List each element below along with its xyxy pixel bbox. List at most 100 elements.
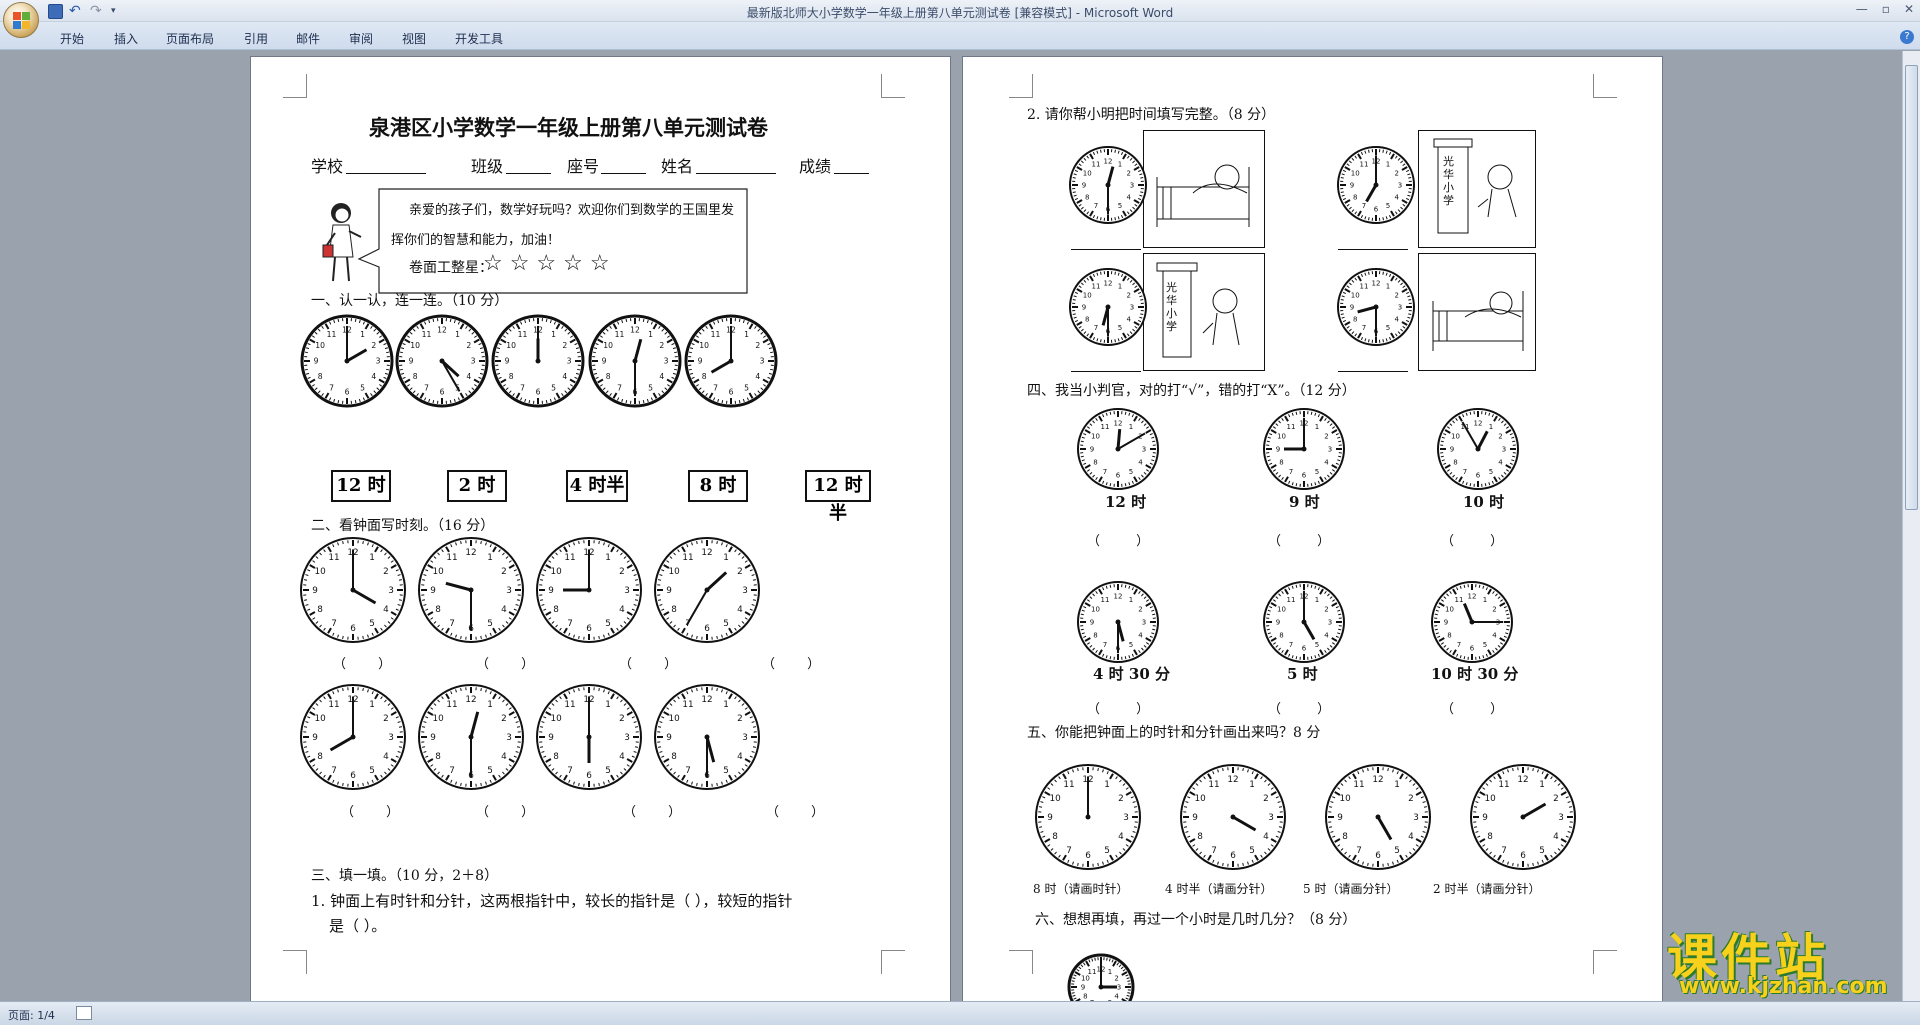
- site-watermark: 课件站 www.kjzhan.com: [1665, 918, 1905, 999]
- answer-blank[interactable]: （ ）: [341, 801, 413, 820]
- svg-text:2: 2: [1127, 169, 1131, 177]
- section-1-title: 一、认一认，连一连。（10 分）: [311, 293, 509, 309]
- svg-text:3: 3: [1558, 813, 1564, 823]
- answer-blank[interactable]: （ ）: [333, 653, 405, 672]
- svg-text:1: 1: [1104, 780, 1110, 790]
- svg-text:2: 2: [1324, 432, 1328, 440]
- svg-text:8: 8: [317, 752, 323, 762]
- answer-blank[interactable]: （ ）: [623, 801, 695, 820]
- tab-developer[interactable]: 开发工具: [455, 30, 503, 47]
- svg-text:6: 6: [345, 388, 350, 397]
- office-button[interactable]: [3, 2, 39, 38]
- svg-text:1: 1: [605, 553, 611, 563]
- svg-text:4: 4: [619, 752, 625, 762]
- svg-text:11: 11: [327, 330, 337, 339]
- svg-text:3: 3: [506, 733, 512, 743]
- svg-text:9: 9: [1276, 445, 1280, 453]
- vertical-scrollbar[interactable]: [1902, 51, 1920, 1001]
- time-label-box[interactable]: 4 时半: [566, 470, 628, 502]
- tab-view[interactable]: 视图: [402, 30, 426, 47]
- clock-face: 123456789101112: [588, 314, 682, 408]
- svg-text:2: 2: [501, 567, 507, 577]
- svg-text:4: 4: [1492, 631, 1497, 639]
- svg-text:1: 1: [369, 553, 375, 563]
- proofing-icon[interactable]: [76, 1006, 92, 1020]
- answer-line[interactable]: [1338, 249, 1408, 250]
- svg-text:9: 9: [430, 733, 436, 743]
- name-field[interactable]: [696, 173, 776, 174]
- answer-line[interactable]: [1071, 249, 1141, 250]
- answer-blank[interactable]: （ ）: [1268, 530, 1346, 549]
- tab-home[interactable]: 开始: [60, 30, 84, 47]
- answer-blank[interactable]: （ ）: [1087, 698, 1165, 717]
- answer-blank[interactable]: （ ）: [619, 653, 691, 672]
- svg-text:2: 2: [1408, 794, 1414, 804]
- svg-text:11: 11: [1360, 283, 1369, 291]
- svg-text:7: 7: [331, 766, 337, 776]
- svg-text:3: 3: [567, 357, 572, 366]
- svg-text:6: 6: [440, 388, 445, 397]
- answer-blank[interactable]: （ ）: [1441, 698, 1519, 717]
- answer-blank[interactable]: （ ）: [1441, 530, 1519, 549]
- close-icon[interactable]: ✕: [1904, 2, 1914, 16]
- svg-text:9: 9: [666, 733, 672, 743]
- svg-text:7: 7: [567, 766, 573, 776]
- answer-line[interactable]: [1071, 371, 1141, 372]
- tab-mailings[interactable]: 邮件: [296, 30, 320, 47]
- clock-face: 123456789101112: [684, 314, 778, 408]
- svg-text:3: 3: [1130, 181, 1134, 189]
- svg-text:4: 4: [1263, 832, 1269, 842]
- draw-clock-label: 4 时半（请画分针）: [1165, 882, 1273, 896]
- svg-text:7: 7: [1289, 468, 1293, 476]
- class-field[interactable]: [506, 173, 551, 174]
- svg-text:4: 4: [1324, 458, 1329, 466]
- seat-field[interactable]: [601, 173, 646, 174]
- time-label-box[interactable]: 2 时: [447, 470, 507, 502]
- svg-text:1: 1: [1118, 283, 1122, 291]
- svg-text:1: 1: [1118, 161, 1122, 169]
- svg-text:5: 5: [1483, 641, 1487, 649]
- tab-references[interactable]: 引用: [244, 30, 268, 47]
- time-label-box[interactable]: 12 时半: [805, 470, 871, 524]
- answer-blank[interactable]: （ ）: [1087, 530, 1165, 549]
- svg-text:1: 1: [1129, 423, 1133, 431]
- answer-blank[interactable]: （ ）: [476, 653, 548, 672]
- svg-text:4: 4: [501, 605, 507, 615]
- tab-insert[interactable]: 插入: [114, 30, 138, 47]
- tab-page-layout[interactable]: 页面布局: [166, 30, 214, 47]
- svg-text:7: 7: [1289, 641, 1293, 649]
- time-label-box[interactable]: 12 时: [331, 470, 391, 502]
- maximize-icon[interactable]: ▫: [1882, 2, 1890, 16]
- clock-face: 123456789101112: [1035, 764, 1141, 870]
- svg-text:11: 11: [615, 330, 625, 339]
- svg-text:6: 6: [1116, 471, 1121, 479]
- time-label-box[interactable]: 8 时: [688, 470, 748, 502]
- svg-text:1: 1: [1249, 780, 1255, 790]
- svg-text:5: 5: [1386, 324, 1390, 332]
- svg-text:2: 2: [619, 714, 625, 724]
- help-icon[interactable]: ?: [1900, 30, 1914, 44]
- answer-blank[interactable]: （ ）: [476, 801, 548, 820]
- greeting-line-2: 挥你们的智慧和能力，加油！: [391, 233, 561, 248]
- answer-line[interactable]: [1338, 371, 1408, 372]
- svg-text:4: 4: [1553, 832, 1559, 842]
- answer-blank[interactable]: （ ）: [766, 801, 838, 820]
- minimize-icon[interactable]: —: [1856, 2, 1868, 16]
- svg-text:8: 8: [1093, 631, 1097, 639]
- svg-text:7: 7: [1362, 202, 1366, 210]
- neatness-stars[interactable]: ☆ ☆ ☆ ☆ ☆: [483, 251, 610, 276]
- scrollbar-thumb[interactable]: [1905, 65, 1918, 510]
- score-field[interactable]: [834, 173, 869, 174]
- answer-blank[interactable]: （ ）: [1268, 698, 1346, 717]
- answer-blank[interactable]: （ ）: [762, 653, 834, 672]
- svg-text:1: 1: [1386, 161, 1390, 169]
- school-field[interactable]: [346, 173, 426, 174]
- svg-text:6: 6: [536, 388, 541, 397]
- svg-text:11: 11: [1360, 161, 1369, 169]
- clock-face: 123456789101112: [1263, 581, 1345, 663]
- tab-review[interactable]: 审阅: [349, 30, 373, 47]
- svg-text:8: 8: [435, 752, 441, 762]
- svg-text:9: 9: [1090, 445, 1094, 453]
- svg-text:5: 5: [1129, 468, 1133, 476]
- page-count[interactable]: 页面: 1/4: [8, 1007, 55, 1023]
